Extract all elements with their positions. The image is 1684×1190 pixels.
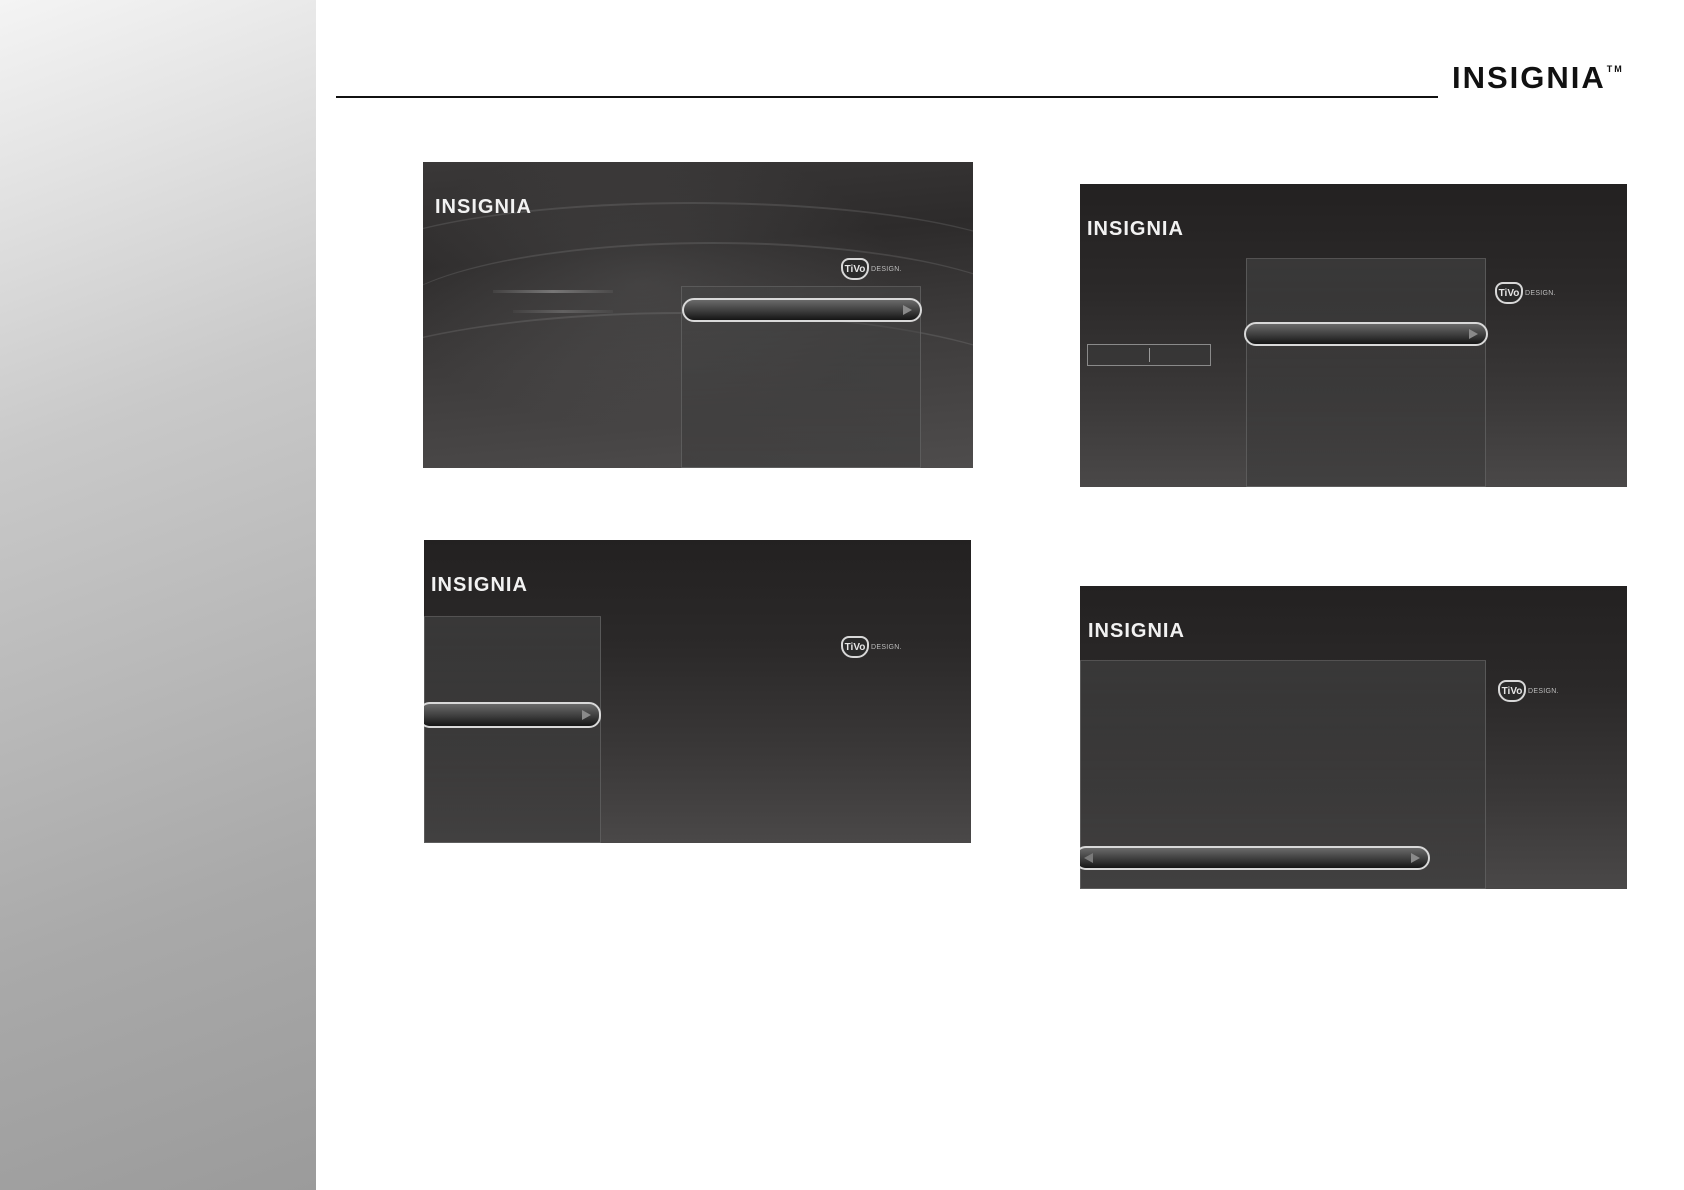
tivo-icon: TiVo [1498,680,1526,702]
tv-screen-main-menu: INSIGNIA TiVo DESIGN. [423,162,973,468]
tivo-design-logo: TiVo DESIGN. [841,636,902,658]
tv-screen-setting-list: INSIGNIA TiVo DESIGN. [1080,184,1627,487]
value-toggle[interactable] [1087,344,1211,366]
arrow-right-icon [903,305,912,315]
arrow-right-icon [1411,853,1420,863]
tivo-design-logo: TiVo DESIGN. [841,258,902,280]
screen-logo: INSIGNIA [435,196,532,218]
menu-item[interactable] [493,290,613,293]
menu-item[interactable] [513,310,613,313]
trademark: TM [1606,64,1624,74]
tivo-design-logo: TiVo DESIGN. [1495,282,1556,304]
highlighted-option[interactable] [1244,322,1488,346]
screen-logo: INSIGNIA [1087,218,1184,240]
arrow-left-icon [1084,853,1093,863]
highlighted-option[interactable] [424,702,601,728]
side-gradient-band [0,0,316,1190]
insignia-logo: INSIGNIATM [1452,60,1624,100]
tivo-design-logo: TiVo DESIGN. [1498,680,1559,702]
header-rule [336,96,1438,98]
screen-logo: INSIGNIA [1088,620,1185,642]
tivo-icon: TiVo [841,636,869,658]
brand-name: INSIGNIA [1452,60,1606,95]
menu-panel [424,616,601,843]
highlighted-option[interactable] [682,298,922,322]
tv-screen-slider-setting: INSIGNIA TiVo DESIGN. [1080,586,1627,889]
tivo-icon: TiVo [1495,282,1523,304]
tv-screen-submenu-left: INSIGNIA TiVo DESIGN. [424,540,971,843]
arrow-right-icon [1469,329,1478,339]
options-panel [1246,258,1486,487]
screen-logo: INSIGNIA [431,574,528,596]
tivo-icon: TiVo [841,258,869,280]
arrow-right-icon [582,710,591,720]
highlighted-slider-option[interactable] [1080,846,1430,870]
